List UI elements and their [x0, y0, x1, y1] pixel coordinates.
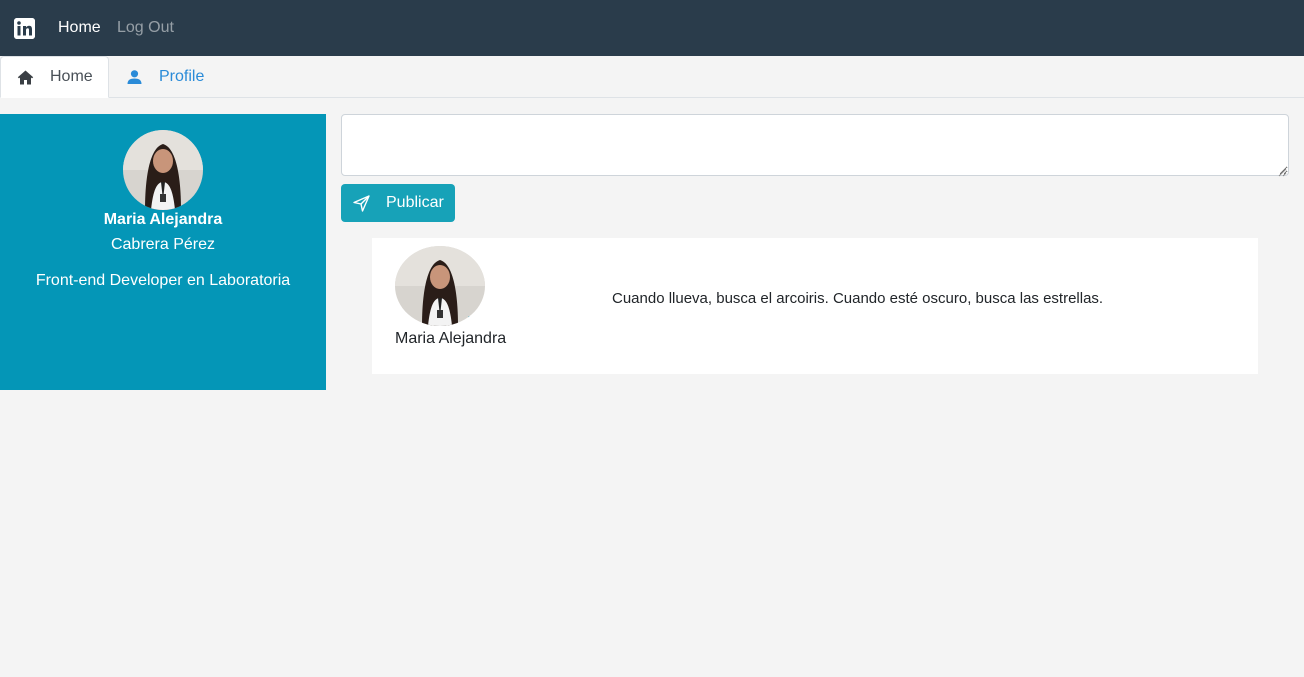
linkedin-icon[interactable]	[14, 18, 35, 39]
nav-home-link[interactable]: Home	[58, 18, 101, 38]
tab-home-label: Home	[50, 68, 93, 85]
publish-button-label: Publicar	[386, 194, 444, 211]
tab-home[interactable]: Home	[0, 56, 109, 98]
post-input[interactable]	[341, 114, 1289, 176]
profile-name: Maria Alejandra	[103, 211, 223, 228]
profile-lastname: Cabrera Pérez	[110, 236, 216, 253]
post-author-name[interactable]: Maria Alejandra	[395, 329, 506, 349]
tab-profile[interactable]: Profile	[126, 56, 204, 98]
nav-logout-link[interactable]: Log Out	[117, 18, 174, 38]
resize-grip-icon[interactable]	[1277, 164, 1287, 177]
tab-bar: Home Profile	[0, 56, 1304, 98]
top-navbar: Home Log Out	[0, 0, 1304, 56]
profile-avatar	[123, 130, 203, 210]
post-card: Maria Alejandra Cuando llueva, busca el …	[372, 238, 1258, 374]
send-icon	[353, 194, 370, 212]
publish-button[interactable]: Publicar	[341, 184, 455, 222]
profile-card: Maria Alejandra Cabrera Pérez Front-end …	[0, 114, 326, 390]
tab-profile-label: Profile	[159, 68, 205, 85]
post-text: Cuando llueva, busca el arcoiris. Cuando…	[612, 290, 1104, 307]
post-author-avatar	[395, 246, 485, 326]
user-icon	[126, 69, 143, 86]
profile-title: Front-end Developer en Laboratoria	[35, 272, 291, 289]
home-icon	[17, 69, 34, 86]
